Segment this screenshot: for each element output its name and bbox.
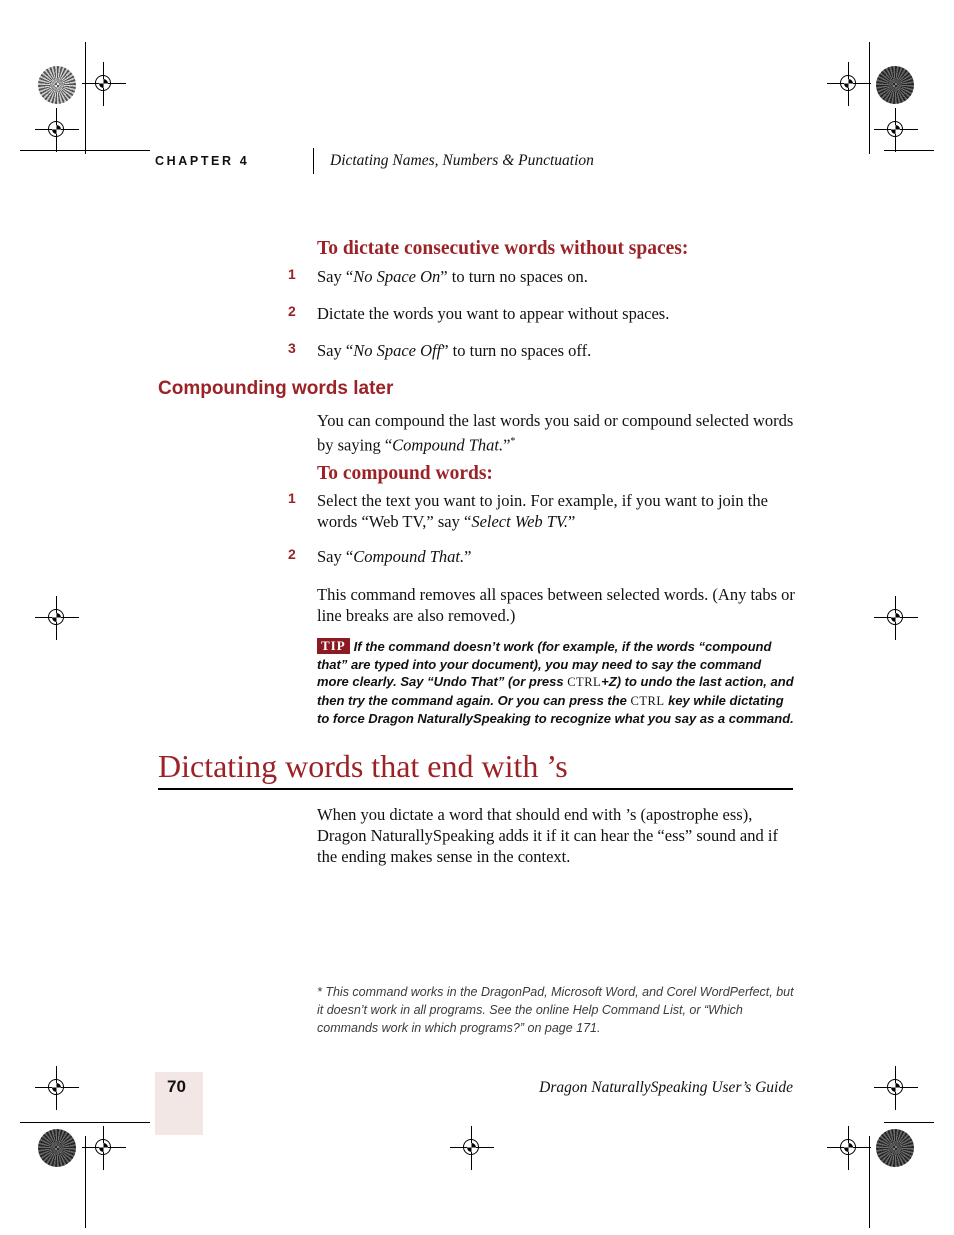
tip-callout: TIP If the command doesn’t work (for exam…: [317, 638, 795, 728]
step-item: 1 Select the text you want to join. For …: [288, 490, 798, 532]
heading-dictating-words-end-with-s: Dictating words that end with ’s: [158, 748, 568, 784]
footnote: * This command works in the DragonPad, M…: [317, 985, 794, 1035]
heading-dictate-consecutive-words: To dictate consecutive words without spa…: [317, 238, 689, 259]
step-text: Say “No Space Off” to turn no spaces off…: [317, 341, 592, 360]
manual-page: CHAPTER 4 Dictating Names, Numbers & Pun…: [0, 0, 954, 1235]
page-number: 70: [167, 1077, 186, 1096]
step-item: 2 Say “Compound That.”: [288, 546, 798, 567]
step-item: 2 Dictate the words you want to appear w…: [288, 303, 798, 324]
heading-compounding-words-later: Compounding words later: [158, 378, 394, 399]
running-head: CHAPTER 4 Dictating Names, Numbers & Pun…: [155, 148, 795, 174]
step-number: 2: [288, 546, 296, 562]
step-text: Say “Compound That.”: [317, 547, 472, 566]
tip-text: If the command doesn’t work (for example…: [317, 639, 794, 726]
step-text: Say “No Space On” to turn no spaces on.: [317, 267, 588, 286]
paragraph-compounding-intro: You can compound the last words you said…: [317, 411, 794, 455]
chapter-label: CHAPTER 4: [155, 154, 250, 168]
step-number: 1: [288, 490, 296, 506]
step-item: 1 Say “No Space On” to turn no spaces on…: [288, 266, 798, 287]
step-number: 1: [288, 266, 296, 282]
paragraph-apostrophe-s-body: When you dictate a word that should end …: [317, 805, 778, 866]
step-number: 2: [288, 303, 296, 319]
running-head-divider: [313, 148, 314, 174]
heading-underline-rule: [158, 788, 793, 790]
heading-to-compound-words: To compound words:: [317, 463, 493, 484]
tip-badge: TIP: [317, 638, 350, 654]
step-number: 3: [288, 340, 296, 356]
paragraph-compound-note: This command removes all spaces between …: [317, 585, 795, 625]
step-text: Select the text you want to join. For ex…: [317, 491, 768, 531]
step-text: Dictate the words you want to appear wit…: [317, 304, 670, 323]
running-head-title: Dictating Names, Numbers & Punctuation: [330, 152, 594, 169]
footer-guide-title: Dragon NaturallySpeaking User’s Guide: [539, 1079, 793, 1096]
step-item: 3 Say “No Space Off” to turn no spaces o…: [288, 340, 798, 361]
